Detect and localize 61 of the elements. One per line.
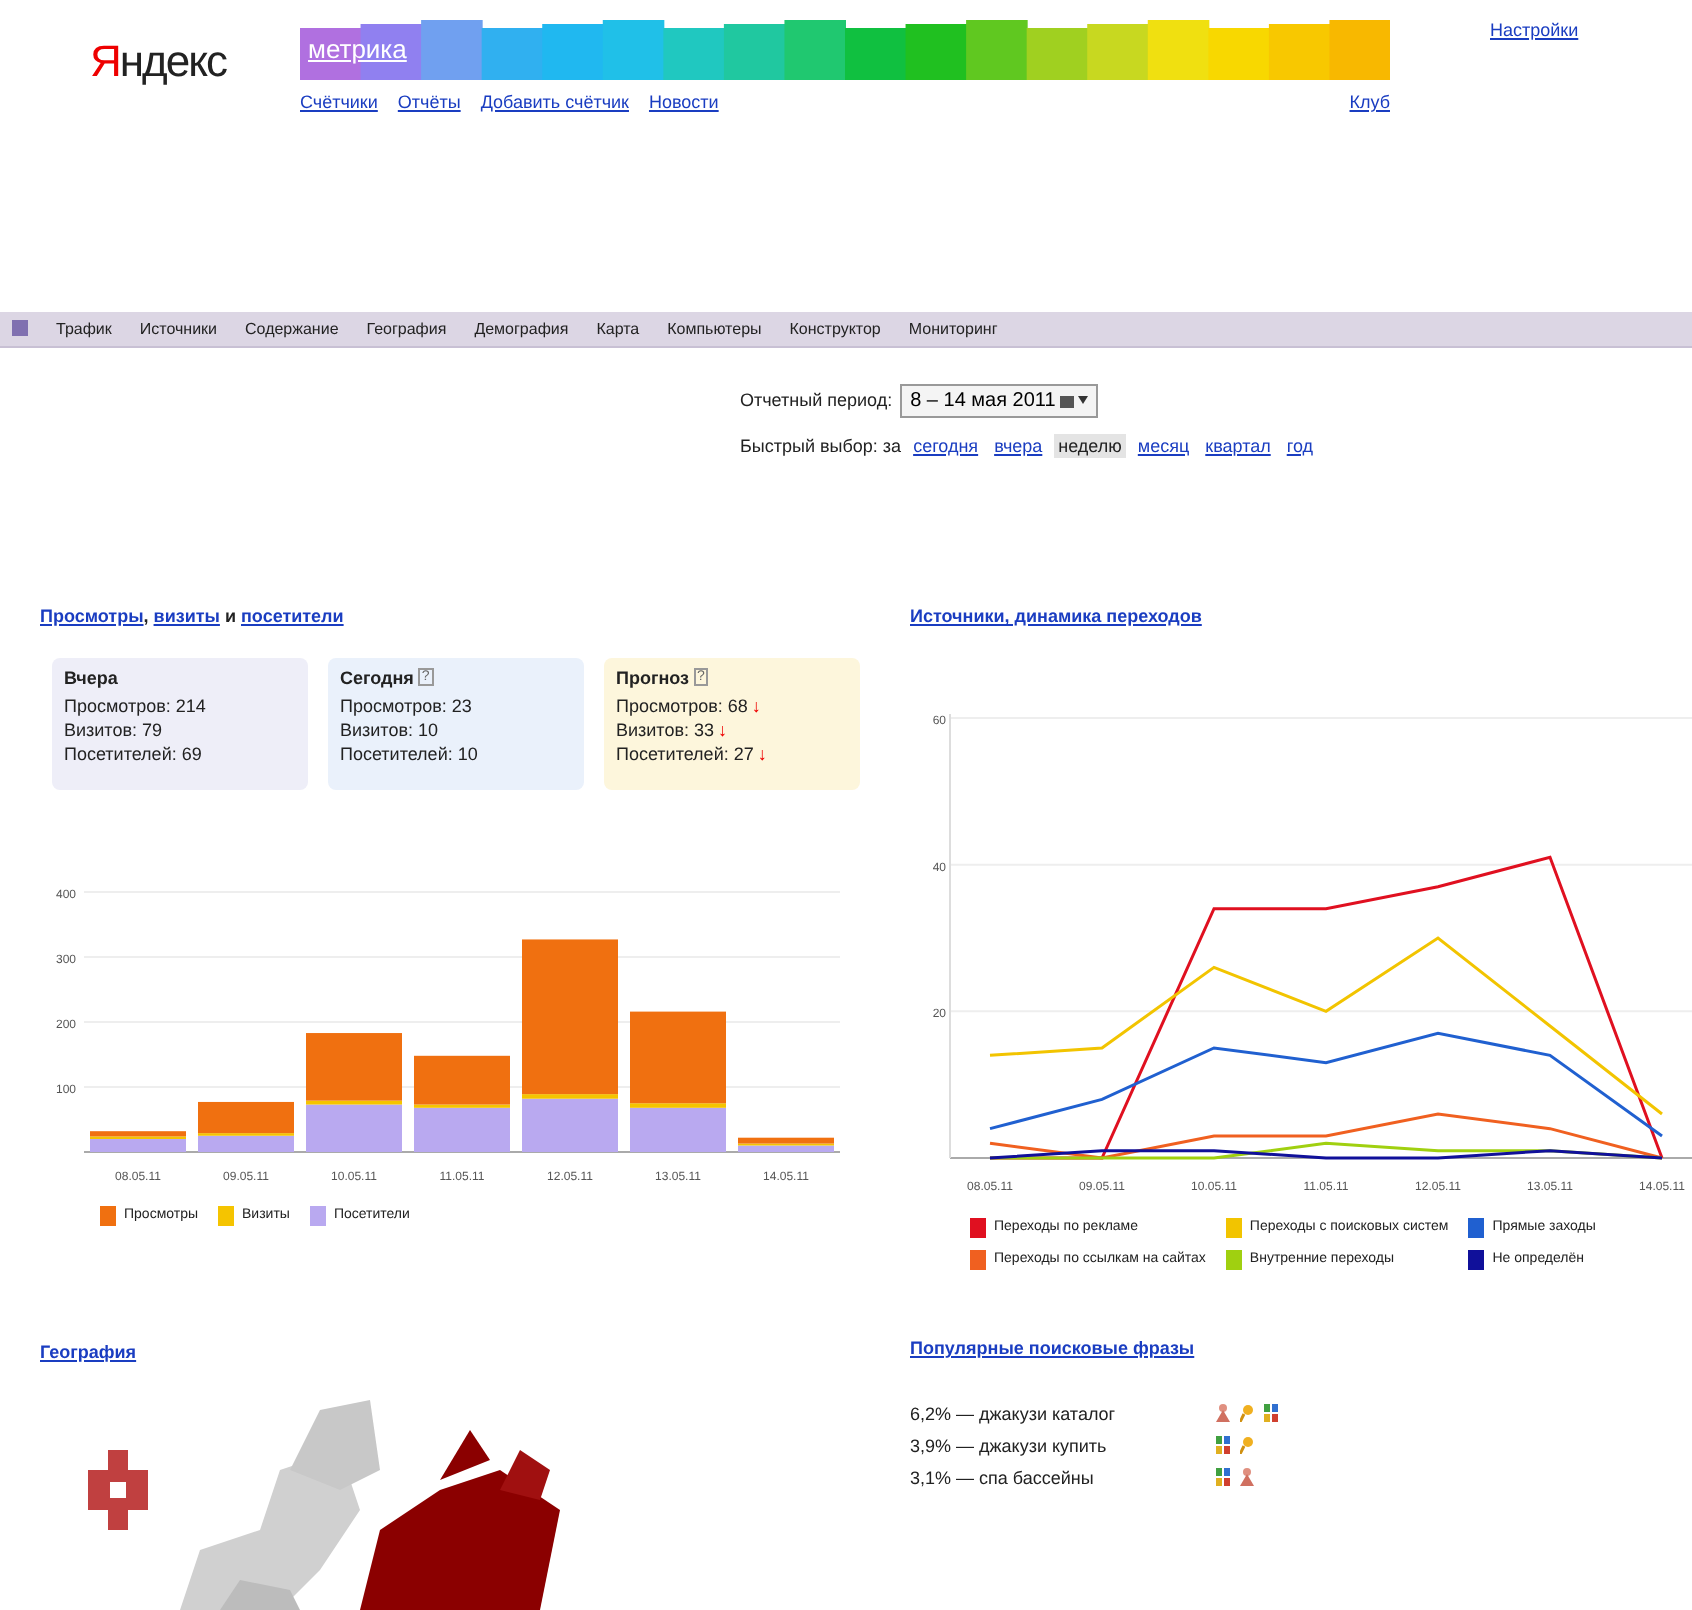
section-title-text: , [143,605,151,626]
card-stat: Посетителей: 69 [64,743,202,764]
nav-item[interactable]: Компьютеры [667,319,762,338]
period-option[interactable]: год [1282,433,1318,458]
period-option[interactable]: квартал [1201,433,1275,458]
period-select[interactable]: 8 – 14 мая 2011 [900,383,1098,418]
header-link[interactable]: Добавить счётчик [480,92,629,112]
tiles-icon[interactable] [1216,1468,1230,1487]
card-stat: Просмотров: 23 [340,695,472,716]
card-stat: Посетителей: 27 [616,743,754,764]
header-link[interactable]: Новости [648,92,719,112]
quick-select-label: Быстрый выбор: за [740,435,902,456]
search-phrase: 6,2% — джакузи каталог [910,1403,1118,1424]
calendar-icon [1059,393,1074,408]
section-title-link[interactable]: визиты [153,605,220,626]
nav-item[interactable]: Демография [474,319,569,338]
card-stat: Визитов: 10 [340,719,439,740]
period-option[interactable]: сегодня [909,433,983,458]
club-link[interactable]: Клуб [1349,92,1390,112]
nav-item[interactable]: Трафик [56,319,112,338]
section-title-text: и [222,605,238,626]
card-stat: Посетителей: 10 [340,743,478,764]
caret-icon [1077,396,1088,405]
period-option[interactable]: месяц [1133,433,1194,458]
card-stat: Визитов: 79 [64,719,163,740]
search-phrase: 3,9% — джакузи купить [910,1435,1109,1456]
nav-item[interactable]: Содержание [245,319,339,338]
tiles-icon[interactable] [1264,1404,1278,1423]
card-stat: Просмотров: 68 [616,695,748,716]
section-title-link[interactable]: Популярные поисковые фразы [910,1337,1195,1358]
card-title: Прогноз [616,667,690,688]
card-title: Вчера [64,667,118,688]
card-title: Сегодня [340,667,414,688]
nav-item[interactable]: Карта [596,319,640,338]
trend-arrow: ↓ [757,743,767,764]
figure-icon[interactable] [1216,1404,1230,1423]
trend-arrow: ↓ [751,695,761,716]
period-option[interactable]: вчера [990,433,1047,458]
section-title-link[interactable]: посетители [241,605,344,626]
period-option[interactable]: неделю [1054,433,1126,458]
card-stat: Визитов: 33 [616,719,715,740]
header-link[interactable]: Отчёты [397,92,461,112]
home-icon[interactable] [12,320,28,337]
nav-item[interactable]: География [366,319,447,338]
section-title-link[interactable]: Источники, динамика переходов [910,605,1202,626]
trend-arrow: ↓ [718,719,728,740]
section-title-link[interactable]: География [40,1341,137,1362]
settings-link[interactable]: Настройки [1490,20,1579,40]
nav-item[interactable]: Мониторинг [908,319,998,338]
section-title-link[interactable]: Просмотры [40,605,144,626]
magnifier-icon[interactable] [1240,1436,1254,1455]
tiles-icon[interactable] [1216,1436,1230,1455]
card-stat: Просмотров: 214 [64,695,206,716]
period-label: Отчетный период: [740,390,893,411]
search-phrase: 3,1% — спа бассейны [910,1467,1096,1488]
figure-icon[interactable] [1240,1468,1254,1487]
header-link[interactable]: Счётчики [300,92,378,112]
magnifier-icon[interactable] [1240,1404,1254,1423]
nav-item[interactable]: Конструктор [789,319,881,338]
logo[interactable]: Яндекс [90,20,300,88]
nav-item[interactable]: Источники [139,319,218,338]
